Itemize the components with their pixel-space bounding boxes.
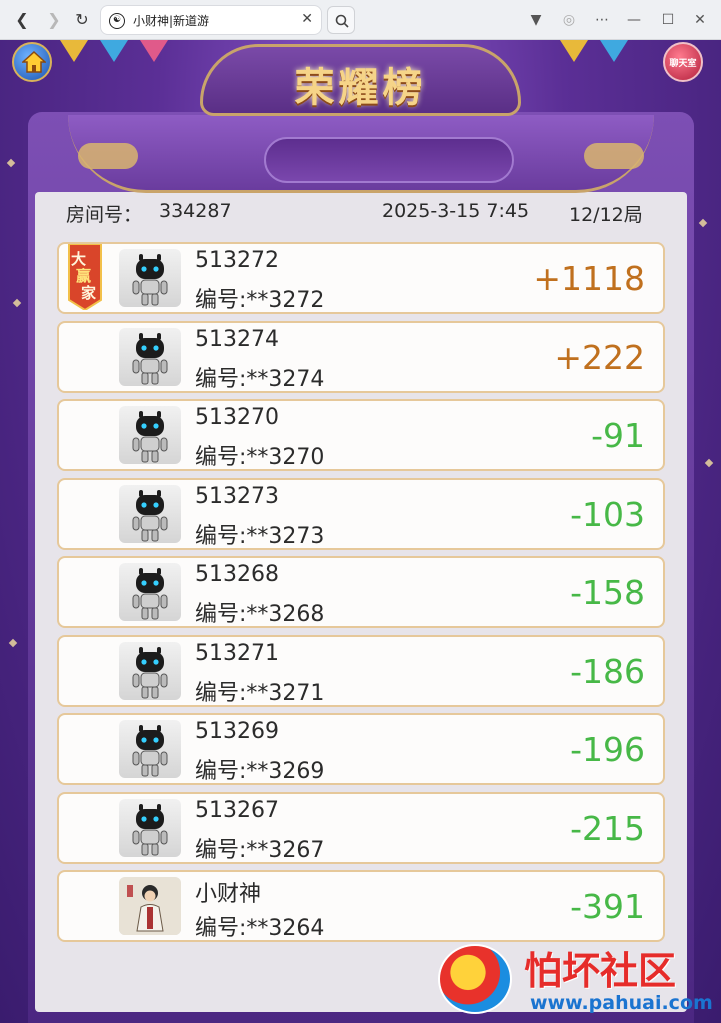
game-viewport: 聊天室 荣耀榜 房间号： 334287 2025-3-15 7:45 12/12… bbox=[0, 40, 721, 1023]
player-id: 编号:**3273 bbox=[195, 523, 325, 549]
winner-badge: 大赢家 bbox=[67, 243, 103, 312]
player-avatar bbox=[119, 720, 181, 778]
browser-tab[interactable]: ☯ 小财神|新道游 ✕ bbox=[100, 5, 322, 35]
person-avatar-icon bbox=[119, 877, 181, 935]
player-score: -103 bbox=[570, 494, 645, 534]
watermark: 怕坏社区 www.pahuai.com bbox=[438, 940, 721, 1023]
player-score: -91 bbox=[591, 416, 645, 455]
tab-favicon-icon: ☯ bbox=[109, 13, 125, 29]
minimize-icon[interactable]: — bbox=[624, 10, 644, 30]
winner-badge-char: 家 bbox=[81, 284, 97, 302]
player-avatar bbox=[119, 327, 181, 386]
player-score: -186 bbox=[570, 651, 645, 691]
back-icon[interactable]: ❮ bbox=[10, 8, 34, 32]
player-name: 513268 bbox=[195, 562, 279, 587]
player-row: 513268 编号:**3268 -158 bbox=[57, 556, 665, 628]
player-id: 编号:**3269 bbox=[195, 759, 325, 784]
player-score: -215 bbox=[570, 808, 645, 848]
player-score: -158 bbox=[570, 573, 645, 612]
download-icon[interactable]: ▼ bbox=[526, 10, 546, 30]
player-id: 编号:**3264 bbox=[195, 916, 325, 941]
close-window-icon[interactable]: ✕ bbox=[690, 10, 710, 30]
tab-title: 小财神|新道游 bbox=[133, 14, 210, 28]
player-row: 513269 编号:**3269 -196 bbox=[57, 713, 665, 785]
robot-avatar-icon bbox=[132, 411, 168, 463]
player-score: +222 bbox=[554, 337, 645, 377]
player-name: 513272 bbox=[195, 248, 279, 273]
robot-avatar-icon bbox=[132, 332, 168, 384]
player-avatar bbox=[119, 406, 181, 464]
player-name: 513271 bbox=[195, 640, 279, 666]
player-name: 513274 bbox=[195, 326, 279, 352]
player-name: 小财神 bbox=[195, 882, 262, 907]
player-row: 大赢家 513272 编号:**3272 +1118 bbox=[57, 242, 665, 314]
player-row: 513271 编号:**3271 -186 bbox=[57, 634, 665, 707]
search-button[interactable] bbox=[327, 6, 355, 34]
robot-avatar-icon bbox=[132, 568, 168, 620]
player-row: 513273 编号:**3273 -103 bbox=[57, 477, 665, 550]
watermark-url: www.pahuai.com bbox=[530, 992, 713, 1014]
player-row: 513274 编号:**3274 +222 bbox=[57, 320, 665, 393]
player-score: +1118 bbox=[533, 259, 645, 298]
player-score: -196 bbox=[570, 730, 645, 769]
robot-avatar-icon bbox=[132, 254, 168, 306]
player-avatar bbox=[119, 798, 181, 857]
robot-avatar-icon bbox=[132, 646, 168, 698]
player-avatar bbox=[119, 641, 181, 700]
player-id: 编号:**3274 bbox=[195, 366, 325, 392]
player-avatar bbox=[119, 484, 181, 543]
globe-icon[interactable]: ◎ bbox=[559, 10, 579, 30]
more-icon[interactable]: ⋯ bbox=[592, 10, 612, 30]
player-name: 513273 bbox=[195, 483, 279, 509]
player-id: 编号:**3267 bbox=[195, 837, 325, 863]
forward-icon[interactable]: ❯ bbox=[42, 8, 66, 32]
player-row: 小财神 编号:**3264 -391 bbox=[57, 870, 665, 942]
player-avatar bbox=[119, 249, 181, 307]
player-avatar bbox=[119, 877, 181, 935]
robot-avatar-icon bbox=[132, 489, 168, 541]
player-name: 513267 bbox=[195, 797, 279, 823]
player-name: 513270 bbox=[195, 405, 279, 430]
maximize-icon[interactable]: ☐ bbox=[658, 10, 678, 30]
player-score: -391 bbox=[570, 887, 645, 926]
search-icon bbox=[335, 14, 349, 28]
player-avatar bbox=[119, 563, 181, 621]
player-row: 513270 编号:**3270 -91 bbox=[57, 399, 665, 471]
watermark-logo-icon bbox=[438, 944, 512, 1014]
robot-avatar-icon bbox=[132, 725, 168, 777]
reload-icon[interactable]: ↻ bbox=[70, 8, 94, 32]
player-id: 编号:**3270 bbox=[195, 445, 325, 470]
player-row: 513267 编号:**3267 -215 bbox=[57, 791, 665, 864]
player-list: 大赢家 513272 编号:**3272 +1118 513274 编号:**3… bbox=[0, 40, 721, 1023]
player-id: 编号:**3272 bbox=[195, 288, 325, 313]
robot-avatar-icon bbox=[132, 803, 168, 855]
player-id: 编号:**3271 bbox=[195, 680, 325, 706]
player-id: 编号:**3268 bbox=[195, 602, 325, 627]
player-name: 513269 bbox=[195, 719, 279, 744]
browser-toolbar: ❮ ❯ ↻ ☯ 小财神|新道游 ✕ ▼ ◎ ⋯ — ☐ ✕ bbox=[0, 0, 721, 40]
tab-close-icon[interactable]: ✕ bbox=[301, 11, 313, 27]
watermark-text: 怕坏社区 bbox=[524, 949, 677, 993]
